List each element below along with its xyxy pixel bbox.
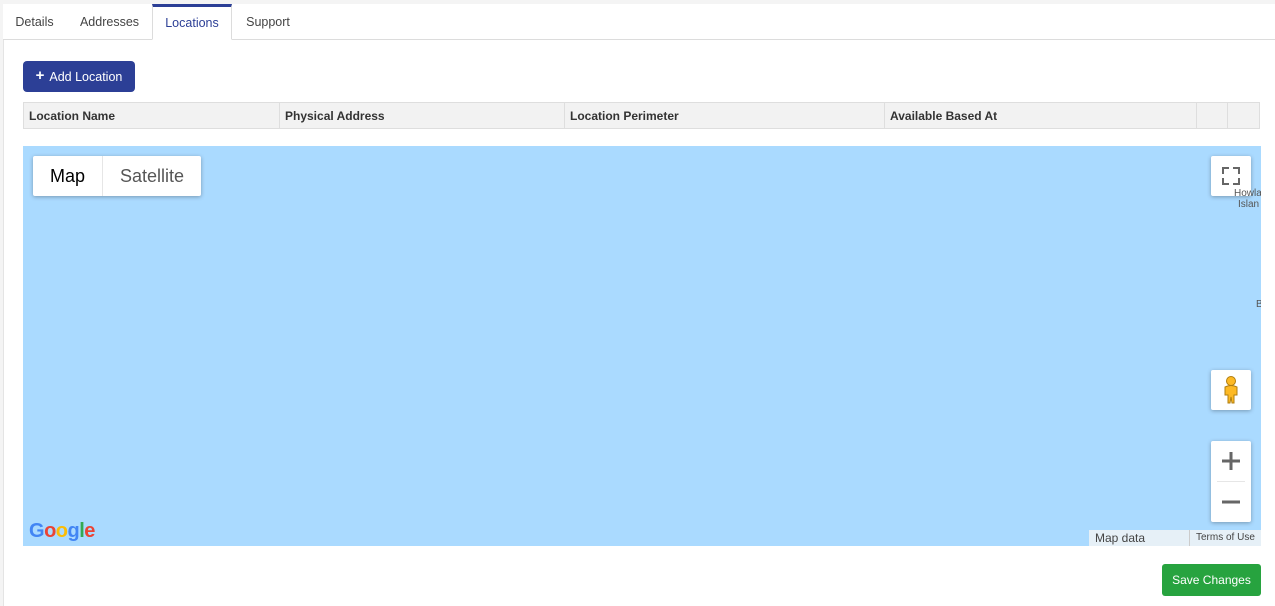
zoom-out-button[interactable] — [1211, 482, 1251, 522]
plus-icon: + — [35, 67, 45, 84]
map-canvas[interactable]: Map Satellite Howla Islan B Google Map d… — [23, 146, 1261, 546]
column-header-physical-address: Physical Address — [280, 103, 565, 128]
map-type-map-button[interactable]: Map — [33, 156, 104, 196]
map-place-label: Howla — [1234, 188, 1261, 199]
map-data-attribution: Map data ©2020 — [1089, 530, 1189, 546]
street-view-button[interactable] — [1211, 370, 1251, 410]
column-header-action-1 — [1197, 103, 1228, 128]
zoom-in-button[interactable] — [1211, 441, 1251, 481]
map-type-control: Map Satellite — [33, 156, 202, 196]
map-place-label: B — [1256, 299, 1261, 310]
pegman-icon — [1224, 376, 1238, 404]
locations-table-header: Location Name Physical Address Location … — [23, 102, 1260, 129]
column-header-action-2 — [1228, 103, 1259, 128]
tab-bar: Details Addresses Locations Support — [3, 4, 1275, 40]
tab-addresses[interactable]: Addresses — [66, 4, 153, 39]
tab-locations[interactable]: Locations — [152, 4, 232, 40]
google-logo[interactable]: Google — [29, 520, 95, 543]
zoom-out-icon — [1222, 500, 1240, 504]
save-changes-button[interactable]: Save Changes — [1162, 564, 1261, 596]
add-location-button[interactable]: + Add Location — [23, 61, 135, 92]
map-type-satellite-button[interactable]: Satellite — [103, 156, 201, 196]
terms-of-use-link[interactable]: Terms of Use — [1189, 530, 1261, 546]
column-header-location-perimeter: Location Perimeter — [565, 103, 885, 128]
zoom-control — [1211, 441, 1251, 522]
column-header-location-name: Location Name — [24, 103, 280, 128]
tab-support[interactable]: Support — [232, 4, 304, 39]
zoom-in-icon — [1222, 452, 1240, 470]
map-place-label: Islan — [1238, 199, 1260, 210]
add-location-label: Add Location — [49, 69, 123, 84]
tab-details[interactable]: Details — [3, 4, 66, 39]
column-header-available-based-at: Available Based At — [885, 103, 1197, 128]
